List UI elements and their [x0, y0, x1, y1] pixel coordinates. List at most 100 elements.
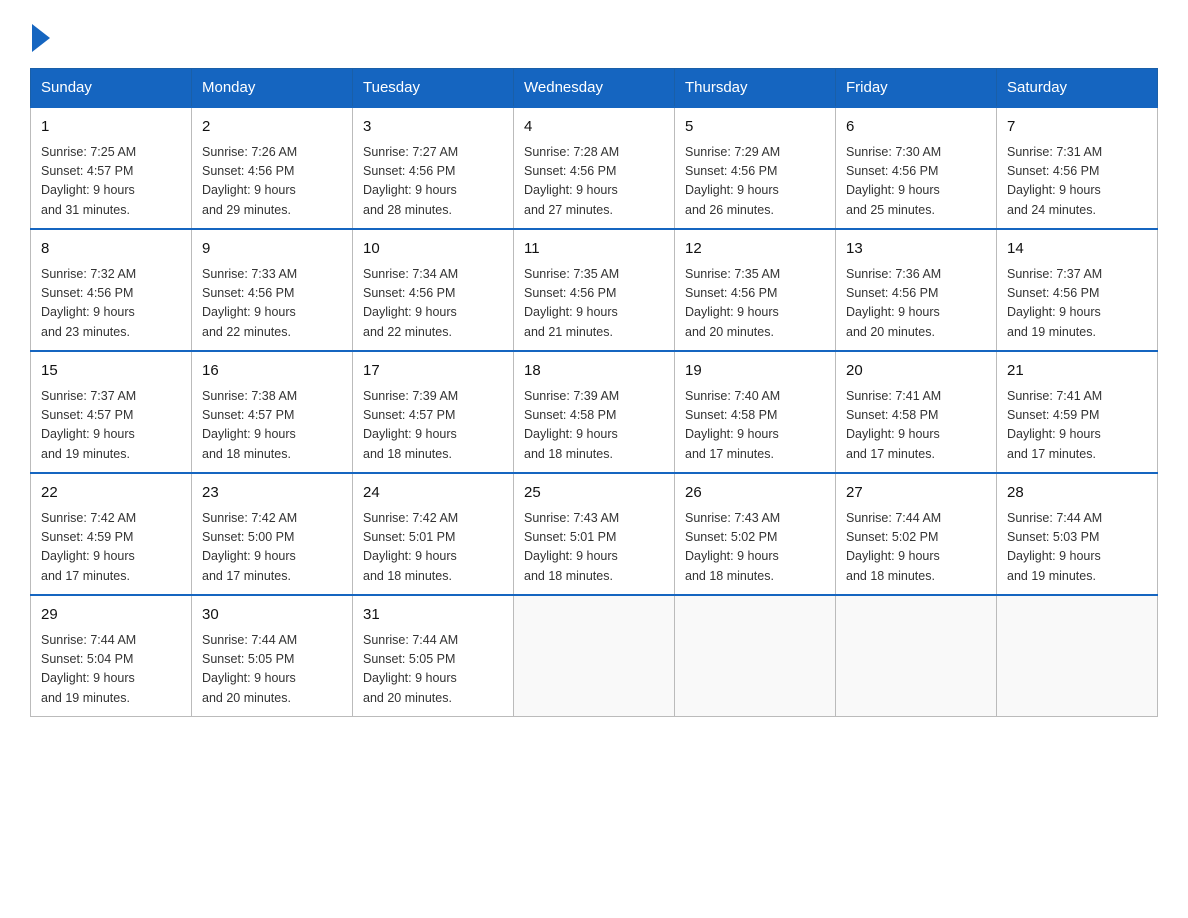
day-number: 25	[524, 482, 664, 505]
day-info: Sunrise: 7:25 AMSunset: 4:57 PMDaylight:…	[41, 143, 181, 221]
day-info: Sunrise: 7:42 AMSunset: 5:00 PMDaylight:…	[202, 509, 342, 587]
day-number: 30	[202, 604, 342, 627]
day-info: Sunrise: 7:35 AMSunset: 4:56 PMDaylight:…	[524, 265, 664, 343]
calendar-cell: 1 Sunrise: 7:25 AMSunset: 4:57 PMDaylight…	[31, 107, 192, 229]
day-info: Sunrise: 7:32 AMSunset: 4:56 PMDaylight:…	[41, 265, 181, 343]
day-number: 10	[363, 238, 503, 261]
calendar-cell: 25 Sunrise: 7:43 AMSunset: 5:01 PMDayligh…	[514, 473, 675, 595]
day-info: Sunrise: 7:34 AMSunset: 4:56 PMDaylight:…	[363, 265, 503, 343]
day-header-thursday: Thursday	[675, 69, 836, 108]
day-number: 16	[202, 360, 342, 383]
day-info: Sunrise: 7:40 AMSunset: 4:58 PMDaylight:…	[685, 387, 825, 465]
day-number: 15	[41, 360, 181, 383]
day-number: 11	[524, 238, 664, 261]
day-header-sunday: Sunday	[31, 69, 192, 108]
day-number: 18	[524, 360, 664, 383]
day-info: Sunrise: 7:37 AMSunset: 4:57 PMDaylight:…	[41, 387, 181, 465]
calendar-cell: 28Sunrise: 7:44 AMSunset: 5:03 PMDayligh…	[997, 473, 1158, 595]
day-number: 8	[41, 238, 181, 261]
week-row-4: 22 Sunrise: 7:42 AMSunset: 4:59 PMDayligh…	[31, 473, 1158, 595]
day-number: 23	[202, 482, 342, 505]
day-number: 3	[363, 116, 503, 139]
day-info: Sunrise: 7:44 AMSunset: 5:02 PMDaylight:…	[846, 509, 986, 587]
day-info: Sunrise: 7:41 AMSunset: 4:59 PMDaylight:…	[1007, 387, 1147, 465]
week-row-5: 29 Sunrise: 7:44 AMSunset: 5:04 PMDayligh…	[31, 595, 1158, 717]
calendar-cell	[514, 595, 675, 717]
calendar-cell: 7 Sunrise: 7:31 AMSunset: 4:56 PMDaylight…	[997, 107, 1158, 229]
calendar-header-row: SundayMondayTuesdayWednesdayThursdayFrid…	[31, 69, 1158, 108]
day-number: 7	[1007, 116, 1147, 139]
calendar-cell: 12 Sunrise: 7:35 AMSunset: 4:56 PMDayligh…	[675, 229, 836, 351]
calendar-cell: 19 Sunrise: 7:40 AMSunset: 4:58 PMDayligh…	[675, 351, 836, 473]
week-row-2: 8 Sunrise: 7:32 AMSunset: 4:56 PMDaylight…	[31, 229, 1158, 351]
calendar-cell: 20 Sunrise: 7:41 AMSunset: 4:58 PMDayligh…	[836, 351, 997, 473]
day-info: Sunrise: 7:33 AMSunset: 4:56 PMDaylight:…	[202, 265, 342, 343]
day-info: Sunrise: 7:38 AMSunset: 4:57 PMDaylight:…	[202, 387, 342, 465]
day-number: 29	[41, 604, 181, 627]
day-number: 26	[685, 482, 825, 505]
calendar-table: SundayMondayTuesdayWednesdayThursdayFrid…	[30, 68, 1158, 717]
calendar-cell: 9Sunrise: 7:33 AMSunset: 4:56 PMDaylight…	[192, 229, 353, 351]
calendar-cell: 2Sunrise: 7:26 AMSunset: 4:56 PMDaylight…	[192, 107, 353, 229]
calendar-cell: 17 Sunrise: 7:39 AMSunset: 4:57 PMDayligh…	[353, 351, 514, 473]
day-info: Sunrise: 7:27 AMSunset: 4:56 PMDaylight:…	[363, 143, 503, 221]
day-info: Sunrise: 7:42 AMSunset: 5:01 PMDaylight:…	[363, 509, 503, 587]
day-info: Sunrise: 7:44 AMSunset: 5:03 PMDaylight:…	[1007, 509, 1147, 587]
day-info: Sunrise: 7:41 AMSunset: 4:58 PMDaylight:…	[846, 387, 986, 465]
calendar-cell: 10 Sunrise: 7:34 AMSunset: 4:56 PMDayligh…	[353, 229, 514, 351]
day-number: 19	[685, 360, 825, 383]
calendar-cell: 29 Sunrise: 7:44 AMSunset: 5:04 PMDayligh…	[31, 595, 192, 717]
calendar-cell	[675, 595, 836, 717]
week-row-3: 15 Sunrise: 7:37 AMSunset: 4:57 PMDayligh…	[31, 351, 1158, 473]
calendar-cell: 27 Sunrise: 7:44 AMSunset: 5:02 PMDayligh…	[836, 473, 997, 595]
day-info: Sunrise: 7:43 AMSunset: 5:01 PMDaylight:…	[524, 509, 664, 587]
week-row-1: 1 Sunrise: 7:25 AMSunset: 4:57 PMDaylight…	[31, 107, 1158, 229]
day-number: 13	[846, 238, 986, 261]
day-info: Sunrise: 7:39 AMSunset: 4:57 PMDaylight:…	[363, 387, 503, 465]
calendar-cell: 11 Sunrise: 7:35 AMSunset: 4:56 PMDayligh…	[514, 229, 675, 351]
calendar-cell	[836, 595, 997, 717]
day-number: 1	[41, 116, 181, 139]
day-number: 12	[685, 238, 825, 261]
day-info: Sunrise: 7:36 AMSunset: 4:56 PMDaylight:…	[846, 265, 986, 343]
calendar-cell: 4Sunrise: 7:28 AMSunset: 4:56 PMDaylight…	[514, 107, 675, 229]
day-number: 6	[846, 116, 986, 139]
day-info: Sunrise: 7:35 AMSunset: 4:56 PMDaylight:…	[685, 265, 825, 343]
day-info: Sunrise: 7:44 AMSunset: 5:04 PMDaylight:…	[41, 631, 181, 709]
logo-arrow-icon	[32, 24, 50, 52]
day-header-wednesday: Wednesday	[514, 69, 675, 108]
day-info: Sunrise: 7:43 AMSunset: 5:02 PMDaylight:…	[685, 509, 825, 587]
day-header-monday: Monday	[192, 69, 353, 108]
calendar-cell: 24 Sunrise: 7:42 AMSunset: 5:01 PMDayligh…	[353, 473, 514, 595]
day-header-saturday: Saturday	[997, 69, 1158, 108]
page-header	[30, 20, 1158, 52]
calendar-cell: 16 Sunrise: 7:38 AMSunset: 4:57 PMDayligh…	[192, 351, 353, 473]
day-info: Sunrise: 7:37 AMSunset: 4:56 PMDaylight:…	[1007, 265, 1147, 343]
day-info: Sunrise: 7:39 AMSunset: 4:58 PMDaylight:…	[524, 387, 664, 465]
calendar-cell: 3 Sunrise: 7:27 AMSunset: 4:56 PMDaylight…	[353, 107, 514, 229]
calendar-cell: 21Sunrise: 7:41 AMSunset: 4:59 PMDayligh…	[997, 351, 1158, 473]
day-number: 24	[363, 482, 503, 505]
day-info: Sunrise: 7:31 AMSunset: 4:56 PMDaylight:…	[1007, 143, 1147, 221]
day-number: 22	[41, 482, 181, 505]
day-info: Sunrise: 7:42 AMSunset: 4:59 PMDaylight:…	[41, 509, 181, 587]
day-info: Sunrise: 7:28 AMSunset: 4:56 PMDaylight:…	[524, 143, 664, 221]
calendar-cell: 30 Sunrise: 7:44 AMSunset: 5:05 PMDayligh…	[192, 595, 353, 717]
calendar-cell: 8 Sunrise: 7:32 AMSunset: 4:56 PMDaylight…	[31, 229, 192, 351]
calendar-cell: 31Sunrise: 7:44 AMSunset: 5:05 PMDayligh…	[353, 595, 514, 717]
calendar-cell: 26 Sunrise: 7:43 AMSunset: 5:02 PMDayligh…	[675, 473, 836, 595]
calendar-cell: 13 Sunrise: 7:36 AMSunset: 4:56 PMDayligh…	[836, 229, 997, 351]
day-number: 20	[846, 360, 986, 383]
day-header-tuesday: Tuesday	[353, 69, 514, 108]
day-number: 17	[363, 360, 503, 383]
calendar-cell: 6Sunrise: 7:30 AMSunset: 4:56 PMDaylight…	[836, 107, 997, 229]
logo	[30, 20, 50, 52]
calendar-cell: 5Sunrise: 7:29 AMSunset: 4:56 PMDaylight…	[675, 107, 836, 229]
calendar-cell: 14 Sunrise: 7:37 AMSunset: 4:56 PMDayligh…	[997, 229, 1158, 351]
day-number: 27	[846, 482, 986, 505]
day-header-friday: Friday	[836, 69, 997, 108]
calendar-cell: 18 Sunrise: 7:39 AMSunset: 4:58 PMDayligh…	[514, 351, 675, 473]
day-info: Sunrise: 7:26 AMSunset: 4:56 PMDaylight:…	[202, 143, 342, 221]
day-info: Sunrise: 7:44 AMSunset: 5:05 PMDaylight:…	[202, 631, 342, 709]
day-number: 14	[1007, 238, 1147, 261]
